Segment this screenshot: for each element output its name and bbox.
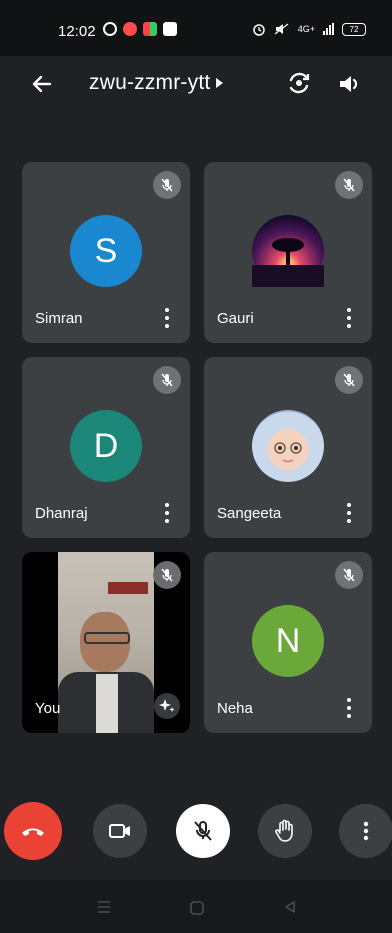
avatar: D [70, 410, 142, 482]
notification-icon [163, 22, 177, 36]
recents-icon[interactable] [96, 900, 112, 914]
caret-right-icon[interactable] [216, 78, 223, 88]
notification-icon [103, 22, 117, 36]
more-vert-icon[interactable] [342, 696, 356, 720]
status-time: 12:02 [58, 23, 96, 40]
network-label: 4G+ [297, 24, 315, 34]
signal-icon [323, 23, 334, 35]
participant-tile[interactable]: Gauri [204, 162, 372, 343]
hangup-button[interactable] [4, 802, 62, 860]
camera-flip-icon[interactable] [285, 69, 313, 97]
arrow-left-icon[interactable] [28, 70, 56, 98]
participant-tile[interactable]: D Dhanraj [22, 357, 190, 538]
participant-name: Sangeeta [217, 505, 282, 522]
speaker-icon[interactable] [335, 70, 363, 98]
raise-hand-icon [275, 819, 293, 842]
more-vert-icon[interactable] [160, 501, 174, 525]
mic-toggle-button[interactable] [176, 804, 230, 858]
avatar: S [70, 215, 142, 287]
mic-off-icon [335, 366, 363, 394]
sparkle-icon[interactable] [154, 693, 180, 719]
mic-off-icon [335, 171, 363, 199]
more-options-button[interactable] [339, 804, 392, 858]
mic-off-icon [153, 366, 181, 394]
participant-name: Simran [35, 310, 83, 327]
participant-tile[interactable]: S Simran [22, 162, 190, 343]
notification-icons [103, 22, 177, 36]
system-nav-bar [0, 880, 392, 933]
video-camera-icon [109, 824, 130, 838]
more-vert-icon[interactable] [342, 306, 356, 330]
participant-name: You [35, 700, 61, 717]
avatar-photo [252, 410, 324, 482]
participant-tile[interactable]: Sangeeta [204, 357, 372, 538]
system-icons: 4G+ 72 [252, 22, 366, 36]
status-bar: 12:02 4G+ 72 [0, 0, 392, 56]
mic-off-icon [153, 561, 181, 589]
alarm-icon [252, 24, 265, 36]
self-video-tile[interactable]: You [22, 552, 190, 733]
mute-ring-icon [274, 23, 289, 35]
phone-hangup-icon [22, 828, 44, 836]
mic-off-icon [153, 171, 181, 199]
meeting-code[interactable]: zwu-zzmr-ytt [89, 71, 210, 95]
more-vert-icon[interactable] [342, 501, 356, 525]
self-camera-feed [58, 552, 154, 733]
meet-call-screen: 12:02 4G+ 72 zwu-zzmr-ytt S Simran Gauri… [0, 0, 392, 933]
back-nav-icon[interactable] [283, 900, 297, 914]
notification-icon [143, 22, 157, 36]
home-icon[interactable] [189, 900, 205, 916]
mic-off-icon [194, 821, 212, 841]
more-vert-icon[interactable] [160, 306, 174, 330]
more-vert-icon [363, 821, 369, 841]
raise-hand-button[interactable] [258, 804, 312, 858]
participant-name: Neha [217, 700, 253, 717]
camera-toggle-button[interactable] [93, 804, 147, 858]
notification-icon [123, 22, 137, 36]
avatar: N [252, 605, 324, 677]
participant-name: Dhanraj [35, 505, 88, 522]
call-controls [0, 800, 392, 860]
mic-off-icon [335, 561, 363, 589]
avatar-photo [252, 215, 324, 287]
battery-icon: 72 [342, 22, 366, 36]
participant-tile[interactable]: N Neha [204, 552, 372, 733]
participant-name: Gauri [217, 310, 254, 327]
call-header: zwu-zzmr-ytt [0, 56, 392, 112]
